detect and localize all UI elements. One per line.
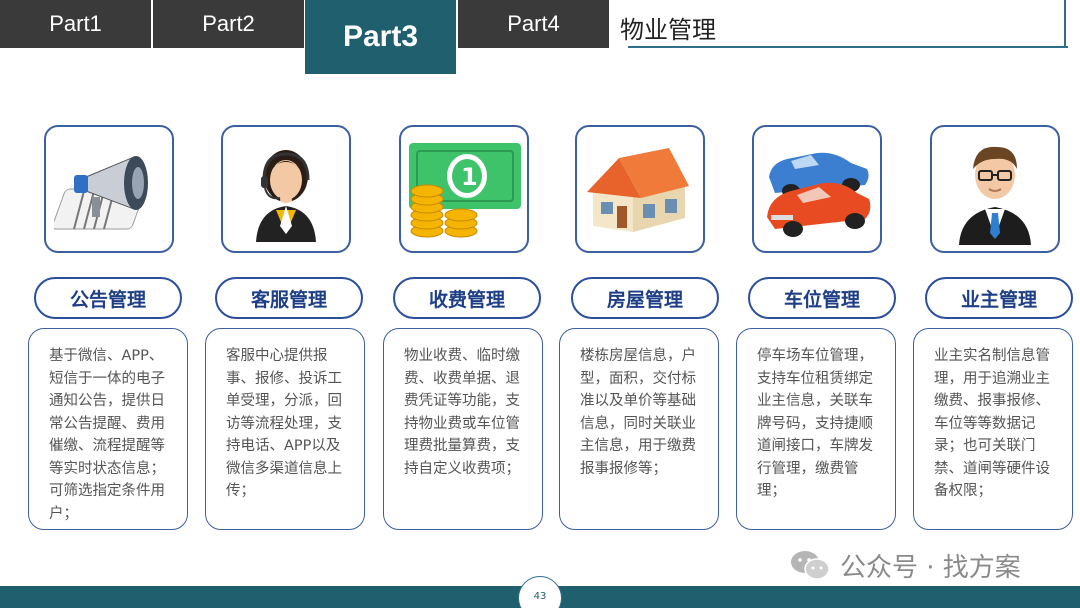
- title-underline: [628, 46, 1068, 48]
- customer-service-agent-icon: [256, 150, 316, 242]
- module-title[interactable]: 车位管理: [748, 277, 896, 319]
- watermark-text: 公众号 · 找方案: [840, 552, 1021, 583]
- module-title[interactable]: 公告管理: [34, 277, 182, 319]
- page-number: 43: [518, 576, 562, 608]
- tab-part4[interactable]: Part4: [458, 0, 609, 48]
- svg-text:1: 1: [461, 163, 478, 191]
- money-coins-icon: 1: [409, 143, 521, 238]
- title-corner-line: [1064, 0, 1066, 48]
- tab-part2[interactable]: Part2: [153, 0, 304, 48]
- cars-icon: [767, 152, 871, 237]
- module-description: 客服中心提供报事、报修、投诉工单受理，分派，回访等流程处理，支持电话、APP以及…: [205, 328, 365, 530]
- icon-box: [930, 125, 1060, 253]
- module-description: 业主实名制信息管理，用于追溯业主缴费、报事报修、车位等等数据记录；也可关联门禁、…: [913, 328, 1073, 530]
- tab-part3[interactable]: Part3: [305, 0, 456, 74]
- module-title[interactable]: 房屋管理: [571, 277, 719, 319]
- module-description: 基于微信、APP、短信于一体的电子通知公告，提供日常公告提醒、费用催缴、流程提醒…: [28, 328, 188, 530]
- module-title[interactable]: 业主管理: [925, 277, 1073, 319]
- owner-businessman-icon: [959, 146, 1031, 245]
- icon-box: [752, 125, 882, 253]
- section-title: 物业管理: [620, 16, 716, 44]
- icon-box: 1: [399, 125, 529, 253]
- module-description: 楼栋房屋信息，户型，面积，交付标准以及单价等基础信息，同时关联业主信息，用于缴费…: [559, 328, 719, 530]
- icon-box: [575, 125, 705, 253]
- icon-box: [221, 125, 351, 253]
- watermark: 公众号 · 找方案: [790, 548, 1021, 583]
- module-description: 停车场车位管理，支持车位租赁绑定业主信息，关联车牌号码，支持捷顺道闸接口，车牌发…: [736, 328, 896, 530]
- icon-box: [44, 125, 174, 253]
- module-description: 物业收费、临时缴费、收费单据、退费凭证等功能，支持物业费或车位管理费批量算费，支…: [383, 328, 543, 530]
- megaphone-icon: [54, 156, 148, 230]
- part-tabs: Part1 Part2 Part3 Part4: [0, 0, 620, 74]
- wechat-icon: [791, 551, 830, 580]
- house-icon: [587, 148, 689, 232]
- module-title[interactable]: 客服管理: [215, 277, 363, 319]
- module-title[interactable]: 收费管理: [393, 277, 541, 319]
- tab-part1[interactable]: Part1: [0, 0, 151, 48]
